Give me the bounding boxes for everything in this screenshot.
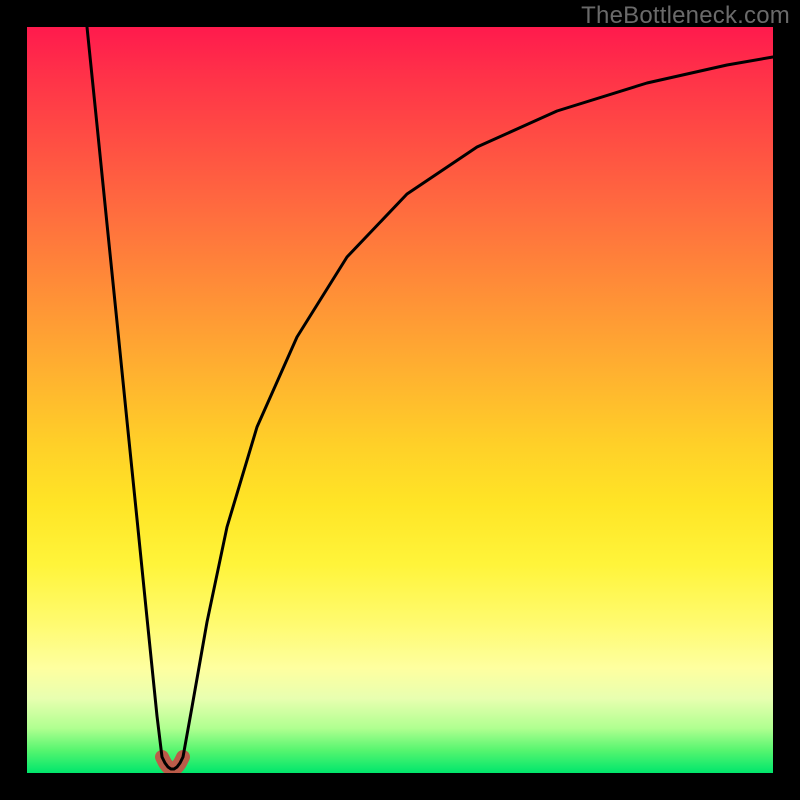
watermark-text: TheBottleneck.com [581, 2, 790, 30]
bottleneck-curve [87, 27, 773, 769]
chart-frame: TheBottleneck.com [0, 0, 800, 800]
plot-area [27, 27, 773, 773]
curve-layer [27, 27, 773, 773]
